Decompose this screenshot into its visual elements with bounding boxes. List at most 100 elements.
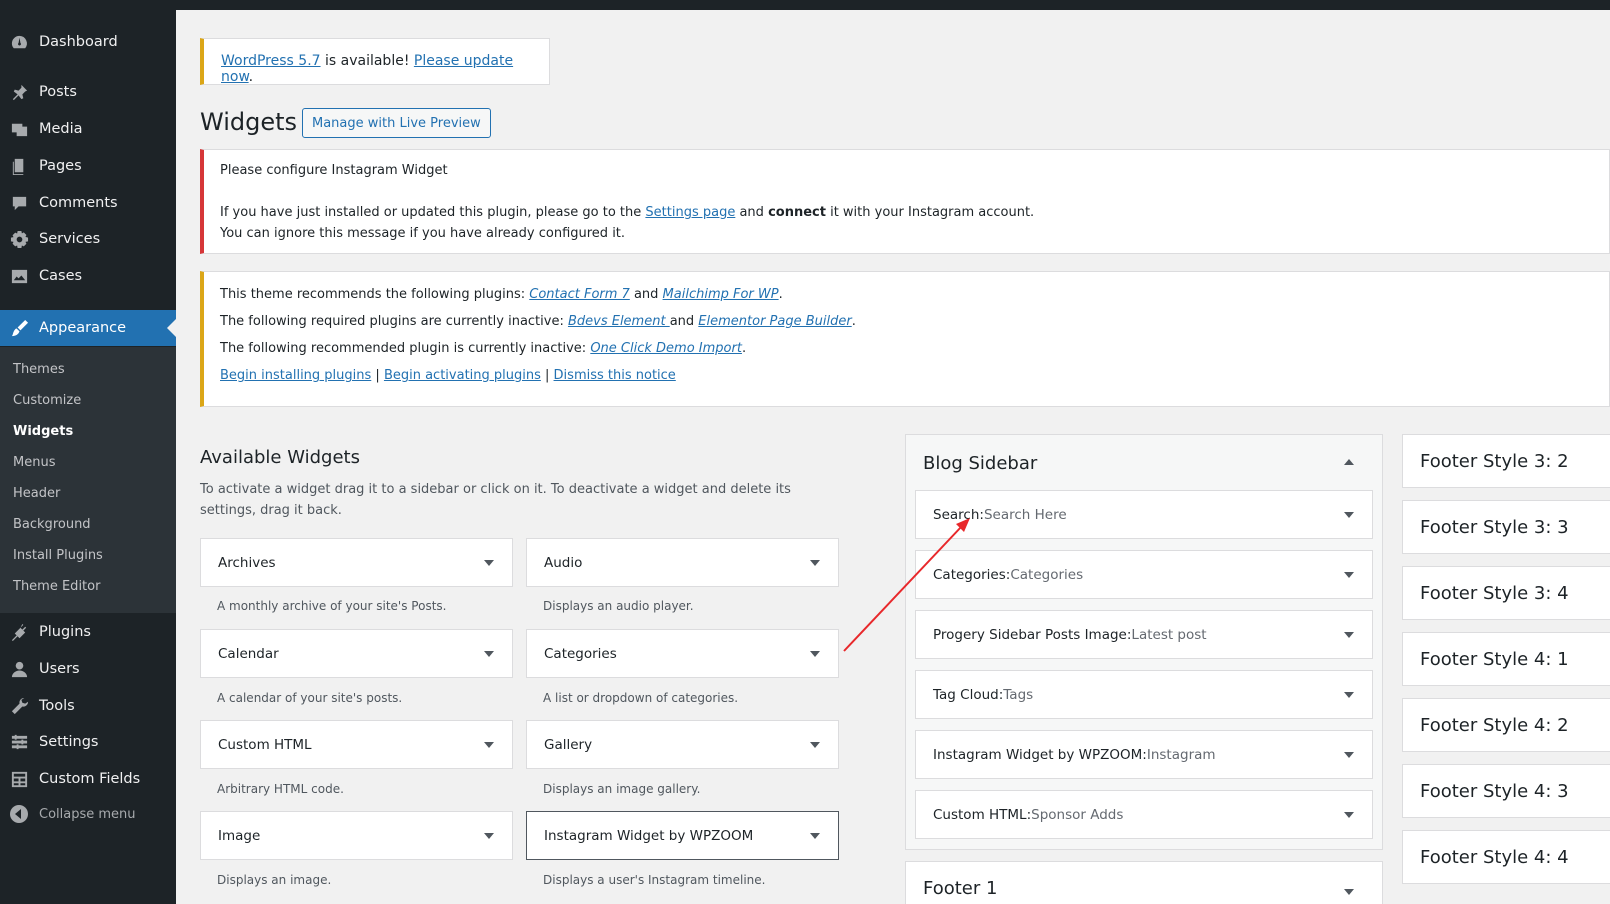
elementor-link[interactable]: Elementor Page Builder [698, 314, 851, 329]
footer-style-area[interactable]: Footer Style 3: 2 [1402, 434, 1610, 488]
submenu-themes[interactable]: Themes [13, 362, 65, 377]
sidebar-item-users[interactable]: Users [0, 651, 176, 687]
one-click-demo-link[interactable]: One Click Demo Import [590, 341, 742, 356]
sidebar-widget-posts-image[interactable]: Progery Sidebar Posts Image: Latest post [915, 610, 1373, 659]
notice-text: . [851, 314, 856, 329]
chevron-down-icon[interactable] [484, 560, 494, 566]
sidebar-item-pages[interactable]: Pages [0, 148, 176, 184]
chevron-up-icon[interactable] [1344, 459, 1354, 465]
settings-icon [9, 732, 29, 752]
submenu-header[interactable]: Header [13, 486, 60, 501]
comment-icon [9, 193, 29, 213]
footer-style-area[interactable]: Footer Style 4: 2 [1402, 698, 1610, 752]
widget-archives[interactable]: Archives [200, 538, 513, 587]
sidebar-item-label: Comments [39, 195, 118, 211]
sidebar-widget-categories[interactable]: Categories: Categories [915, 550, 1373, 599]
sidebar-widget-search[interactable]: Search: Search Here [915, 490, 1373, 539]
sidebar-item-media[interactable]: Media [0, 111, 176, 147]
submenu-install-plugins[interactable]: Install Plugins [13, 548, 103, 563]
chevron-down-icon[interactable] [1344, 812, 1354, 818]
notice-row: The following required plugins are curre… [220, 314, 856, 329]
bdevs-element-link[interactable]: Bdevs Element [568, 314, 670, 329]
sidebar-widget-tag-cloud[interactable]: Tag Cloud: Tags [915, 670, 1373, 719]
sidebar-item-custom-fields[interactable]: Custom Fields [0, 761, 176, 797]
chevron-down-icon[interactable] [810, 560, 820, 566]
footer-style-area[interactable]: Footer Style 3: 3 [1402, 500, 1610, 554]
widget-calendar[interactable]: Calendar [200, 629, 513, 678]
manage-live-preview-button[interactable]: Manage with Live Preview [302, 108, 491, 138]
instagram-config-notice: Please configure Instagram Widget If you… [200, 149, 1610, 254]
chevron-down-icon[interactable] [1344, 512, 1354, 518]
sidebar-widget-instagram[interactable]: Instagram Widget by WPZOOM: Instagram [915, 730, 1373, 779]
sidebar-item-label: Tools [39, 698, 75, 714]
widget-categories[interactable]: Categories [526, 629, 839, 678]
widget-audio[interactable]: Audio [526, 538, 839, 587]
appearance-submenu [0, 347, 176, 613]
notice-text: If you have just installed or updated th… [220, 205, 646, 220]
submenu-menus[interactable]: Menus [13, 455, 55, 470]
dismiss-notice-link[interactable]: Dismiss this notice [554, 368, 676, 383]
sidebar-item-label: Media [39, 121, 83, 137]
wordpress-version-link[interactable]: WordPress 5.7 [221, 53, 321, 69]
footer-style-area[interactable]: Footer Style 3: 4 [1402, 566, 1610, 620]
widget-name: Custom HTML [933, 806, 1027, 823]
active-indicator [167, 319, 176, 337]
sidebar-item-appearance[interactable]: Appearance [0, 310, 176, 346]
sidebar-item-plugins[interactable]: Plugins [0, 614, 176, 650]
chevron-down-icon[interactable] [1344, 692, 1354, 698]
widget-desc: Displays an audio player. [543, 599, 694, 613]
sidebar-item-cases[interactable]: Cases [0, 258, 176, 294]
notice-row: This theme recommends the following plug… [220, 287, 783, 302]
sidebar-item-posts[interactable]: Posts [0, 74, 176, 110]
plugin-recommendation-notice: This theme recommends the following plug… [200, 271, 1610, 407]
submenu-widgets[interactable]: Widgets [13, 424, 73, 439]
notice-text: . [741, 341, 747, 356]
widget-subtitle: Sponsor Adds [1031, 806, 1124, 823]
chevron-down-icon[interactable] [1344, 752, 1354, 758]
chevron-down-icon[interactable] [810, 833, 820, 839]
widget-title: Custom HTML [218, 736, 312, 753]
widget-desc: Displays an image gallery. [543, 782, 701, 796]
chevron-down-icon[interactable] [484, 651, 494, 657]
mailchimp-link[interactable]: Mailchimp For WP [663, 287, 779, 302]
chevron-down-icon[interactable] [484, 833, 494, 839]
begin-activating-link[interactable]: Begin activating plugins [384, 368, 541, 383]
sidebar-item-services[interactable]: Services [0, 221, 176, 257]
widget-instagram[interactable]: Instagram Widget by WPZOOM [526, 811, 839, 860]
widget-subtitle: Latest post [1131, 626, 1207, 643]
begin-installing-link[interactable]: Begin installing plugins [220, 368, 371, 383]
notice-actions: Begin installing plugins | Begin activat… [220, 368, 676, 383]
widget-gallery[interactable]: Gallery [526, 720, 839, 769]
widget-image[interactable]: Image [200, 811, 513, 860]
footer-1-area[interactable]: Footer 1 [905, 861, 1383, 904]
sidebar-item-comments[interactable]: Comments [0, 185, 176, 221]
sidebar-item-dashboard[interactable]: Dashboard [0, 24, 176, 60]
notice-title: Please configure Instagram Widget [220, 163, 448, 178]
submenu-theme-editor[interactable]: Theme Editor [13, 579, 100, 594]
widget-name: Search [933, 506, 980, 523]
chevron-down-icon[interactable] [1344, 889, 1354, 895]
collapse-menu-button[interactable]: Collapse menu [0, 802, 176, 826]
pin-icon [9, 82, 29, 102]
widget-name: Instagram Widget by WPZOOM [933, 746, 1143, 763]
chevron-down-icon[interactable] [1344, 572, 1354, 578]
chevron-down-icon[interactable] [810, 742, 820, 748]
chevron-down-icon[interactable] [1344, 632, 1354, 638]
submenu-background[interactable]: Background [13, 517, 91, 532]
chevron-down-icon[interactable] [810, 651, 820, 657]
footer-style-area[interactable]: Footer Style 4: 3 [1402, 764, 1610, 818]
widget-title: Instagram Widget by WPZOOM [544, 827, 754, 844]
available-widgets-desc: To activate a widget drag it to a sideba… [200, 482, 791, 518]
widget-custom-html[interactable]: Custom HTML [200, 720, 513, 769]
update-notice-end: . [248, 69, 254, 85]
footer-style-area[interactable]: Footer Style 4: 4 [1402, 830, 1610, 884]
sidebar-widget-custom-html[interactable]: Custom HTML: Sponsor Adds [915, 790, 1373, 839]
submenu-customize[interactable]: Customize [13, 393, 81, 408]
settings-page-link[interactable]: Settings page [645, 205, 735, 220]
chevron-down-icon[interactable] [484, 742, 494, 748]
contact-form-7-link[interactable]: Contact Form 7 [529, 287, 630, 302]
sidebar-item-settings[interactable]: Settings [0, 724, 176, 760]
update-notice: WordPress 5.7 is available! Please updat… [200, 38, 550, 85]
footer-style-area[interactable]: Footer Style 4: 1 [1402, 632, 1610, 686]
sidebar-item-tools[interactable]: Tools [0, 688, 176, 724]
